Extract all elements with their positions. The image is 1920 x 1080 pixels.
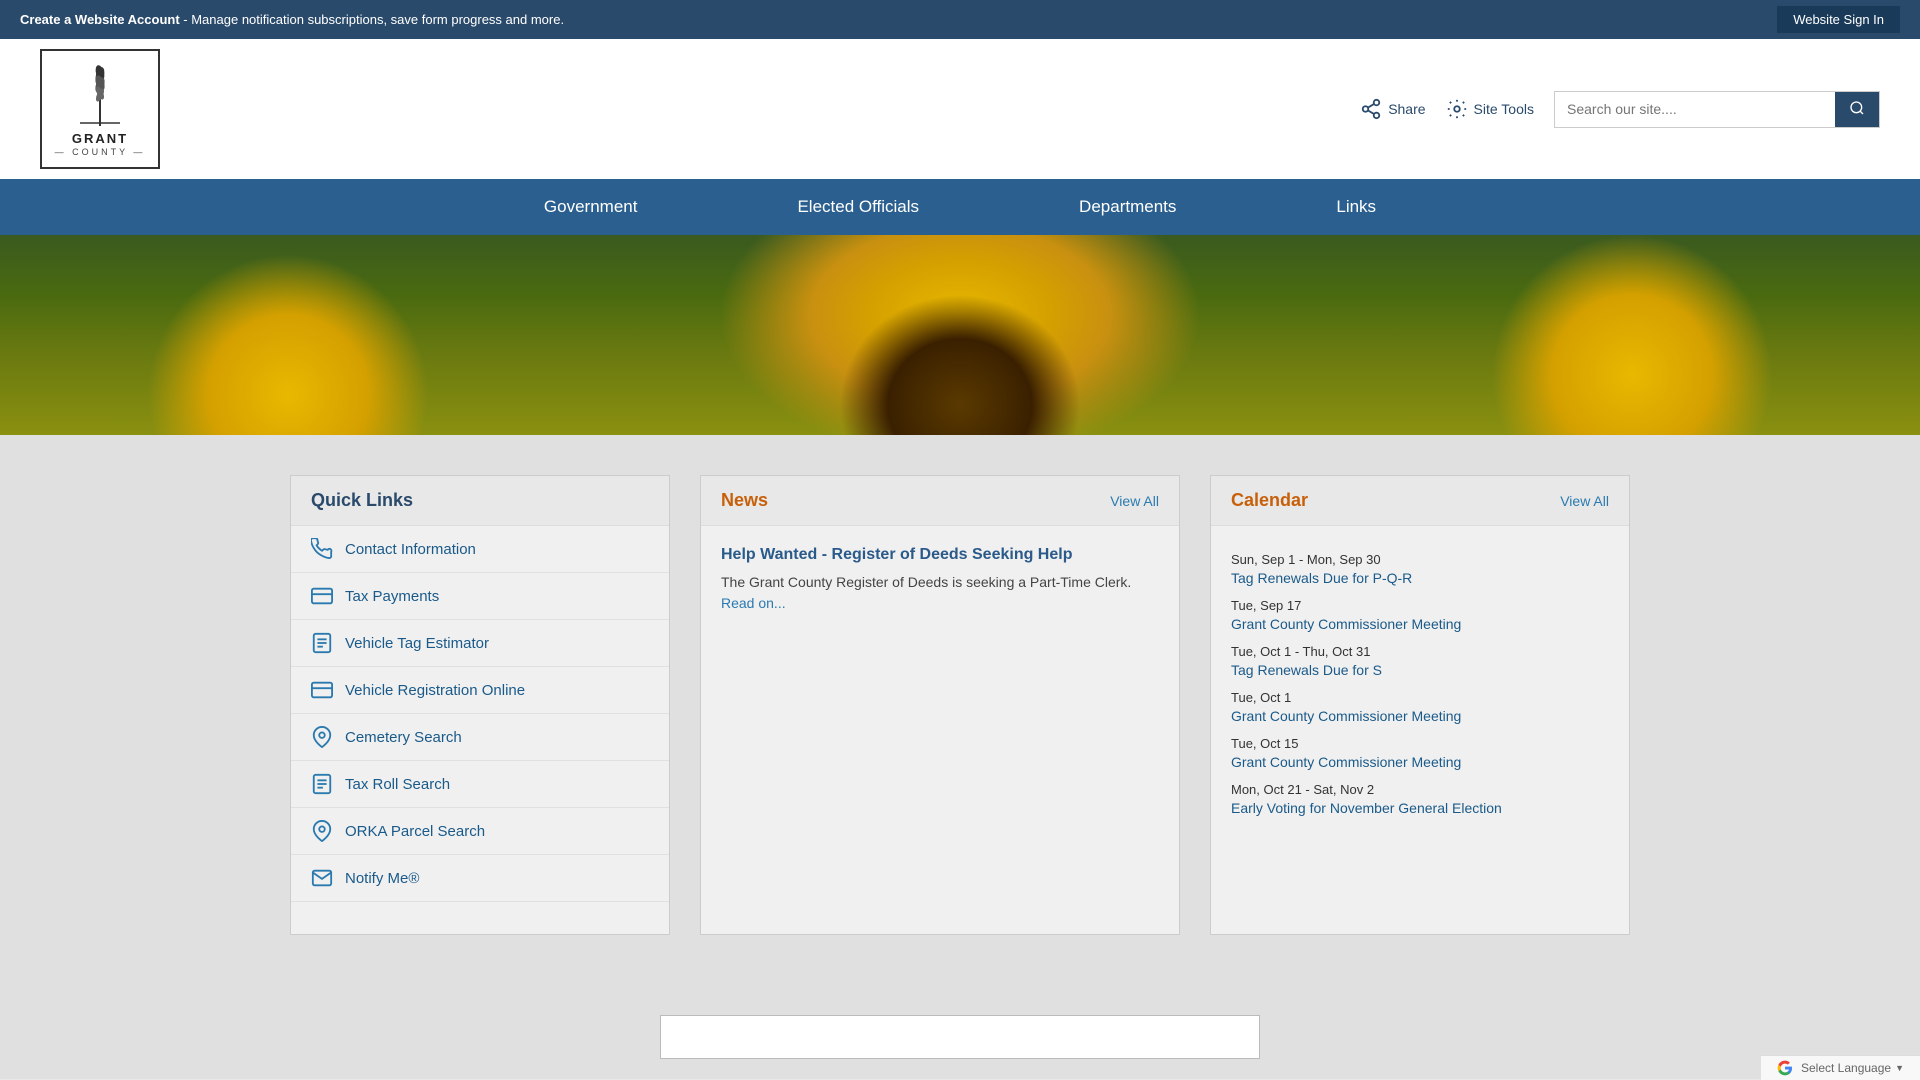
news-item-desc-0: The Grant County Register of Deeds is se…: [721, 572, 1159, 614]
hero-banner: [0, 235, 1920, 435]
share-icon: [1360, 98, 1382, 120]
calendar-title: Calendar: [1231, 490, 1308, 511]
cal-event-3[interactable]: Grant County Commissioner Meeting: [1231, 708, 1609, 724]
top-bar-description: - Manage notification subscriptions, sav…: [183, 12, 564, 27]
hero-image: [0, 235, 1920, 435]
news-title: News: [721, 490, 768, 511]
nav-item-government[interactable]: Government: [464, 179, 718, 235]
quick-link-vehicle-registration[interactable]: Vehicle Registration Online: [291, 667, 669, 714]
location-icon-1: [311, 726, 333, 748]
quick-links-title: Quick Links: [291, 476, 669, 526]
top-bar-message: Create a Website Account - Manage notifi…: [20, 12, 564, 27]
cal-date-3: Tue, Oct 1: [1231, 690, 1609, 705]
cal-date-5: Mon, Oct 21 - Sat, Nov 2: [1231, 782, 1609, 797]
chevron-down-icon: ▼: [1895, 1063, 1904, 1073]
cal-event-0[interactable]: Tag Renewals Due for P-Q-R: [1231, 570, 1609, 586]
cal-event-1[interactable]: Grant County Commissioner Meeting: [1231, 616, 1609, 632]
cal-event-5[interactable]: Early Voting for November General Electi…: [1231, 800, 1609, 816]
main-nav: Government Elected Officials Departments…: [0, 179, 1920, 235]
select-language-label: Select Language: [1801, 1061, 1891, 1075]
quick-link-contact-label: Contact Information: [345, 541, 476, 558]
cal-date-1: Tue, Sep 17: [1231, 598, 1609, 613]
news-panel: News View All Help Wanted - Register of …: [700, 475, 1180, 935]
header: GRANT — COUNTY — Share Site Tools: [0, 39, 1920, 179]
location-icon-2: [311, 820, 333, 842]
quick-link-cemetery-search[interactable]: Cemetery Search: [291, 714, 669, 761]
quick-links-panel: Quick Links Contact Information Tax Paym…: [290, 475, 670, 935]
quick-link-orka-parcel-search[interactable]: ORKA Parcel Search: [291, 808, 669, 855]
share-button[interactable]: Share: [1360, 98, 1425, 120]
main-content: Quick Links Contact Information Tax Paym…: [0, 435, 1920, 995]
footer-bar: Select Language ▼: [1761, 1055, 1920, 1080]
quick-link-tax-payments[interactable]: Tax Payments: [291, 573, 669, 620]
search-icon: [1849, 100, 1865, 116]
site-tools-label: Site Tools: [1474, 101, 1534, 117]
nav-item-links[interactable]: Links: [1256, 179, 1456, 235]
news-view-all-link[interactable]: View All: [1110, 493, 1159, 509]
doc-icon-1: [311, 632, 333, 654]
quick-link-notify-me-label: Notify Me®: [345, 870, 419, 887]
quick-link-tax-roll-search-label: Tax Roll Search: [345, 776, 450, 793]
nav-item-departments[interactable]: Departments: [999, 179, 1256, 235]
search-button[interactable]: [1835, 92, 1879, 127]
logo-svg: [60, 61, 140, 131]
header-right: Share Site Tools: [1360, 91, 1880, 128]
quick-link-vehicle-tag-estimator[interactable]: Vehicle Tag Estimator: [291, 620, 669, 667]
calendar-view-all-link[interactable]: View All: [1560, 493, 1609, 509]
logo-area: GRANT — COUNTY —: [40, 49, 160, 169]
nav-item-elected-officials[interactable]: Elected Officials: [717, 179, 999, 235]
cal-event-2[interactable]: Tag Renewals Due for S: [1231, 662, 1609, 678]
select-language-button[interactable]: Select Language ▼: [1801, 1061, 1904, 1075]
news-item-title-0[interactable]: Help Wanted - Register of Deeds Seeking …: [721, 546, 1159, 564]
cal-date-2: Tue, Oct 1 - Thu, Oct 31: [1231, 644, 1609, 659]
google-g-icon: [1777, 1060, 1793, 1076]
search-bar: [1554, 91, 1880, 128]
quick-link-notify-me[interactable]: Notify Me®: [291, 855, 669, 902]
logo-name: GRANT: [72, 131, 128, 147]
quick-link-orka-parcel-search-label: ORKA Parcel Search: [345, 823, 485, 840]
create-account-link[interactable]: Create a Website Account: [20, 12, 180, 27]
logo-sub: — COUNTY —: [55, 147, 146, 157]
quick-link-vehicle-registration-label: Vehicle Registration Online: [345, 682, 525, 699]
phone-icon: [311, 538, 333, 560]
news-read-more-0[interactable]: Read on...: [721, 595, 786, 611]
calendar-header: Calendar View All: [1211, 476, 1629, 526]
calendar-body: Sun, Sep 1 - Mon, Sep 30 Tag Renewals Du…: [1211, 526, 1629, 830]
search-input[interactable]: [1555, 93, 1835, 125]
site-tools-button[interactable]: Site Tools: [1446, 98, 1534, 120]
logo-box: GRANT — COUNTY —: [40, 49, 160, 169]
news-body: Help Wanted - Register of Deeds Seeking …: [701, 526, 1179, 634]
share-label: Share: [1388, 101, 1425, 117]
quick-link-cemetery-search-label: Cemetery Search: [345, 729, 462, 746]
quick-link-vehicle-tag-estimator-label: Vehicle Tag Estimator: [345, 635, 489, 652]
quick-link-tax-roll-search[interactable]: Tax Roll Search: [291, 761, 669, 808]
cal-event-4[interactable]: Grant County Commissioner Meeting: [1231, 754, 1609, 770]
calendar-panel: Calendar View All Sun, Sep 1 - Mon, Sep …: [1210, 475, 1630, 935]
quick-link-tax-payments-label: Tax Payments: [345, 588, 439, 605]
envelope-icon: [311, 867, 333, 889]
cal-date-4: Tue, Oct 15: [1231, 736, 1609, 751]
bottom-search-input[interactable]: [660, 1015, 1260, 1059]
news-header: News View All: [701, 476, 1179, 526]
cal-date-0: Sun, Sep 1 - Mon, Sep 30: [1231, 552, 1609, 567]
bottom-search-area: [0, 995, 1920, 1079]
top-bar: Create a Website Account - Manage notifi…: [0, 0, 1920, 39]
gear-icon: [1446, 98, 1468, 120]
card-icon-1: [311, 585, 333, 607]
header-tools: Share Site Tools: [1360, 91, 1880, 128]
quick-link-contact-information[interactable]: Contact Information: [291, 526, 669, 573]
card-icon-2: [311, 679, 333, 701]
website-sign-in-button[interactable]: Website Sign In: [1777, 6, 1900, 33]
doc-icon-2: [311, 773, 333, 795]
